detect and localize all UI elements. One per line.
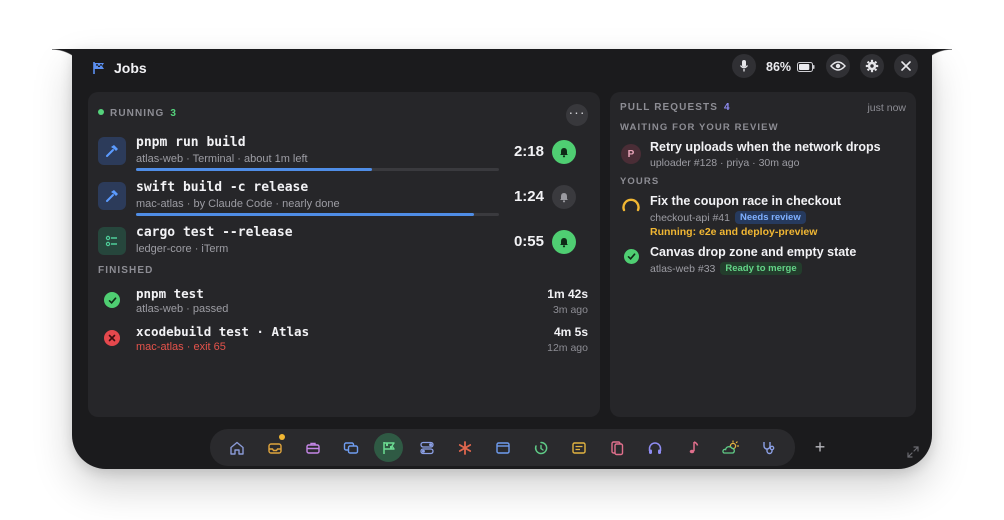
running-job[interactable]: pnpm run build atlas-web · Terminal · ab… bbox=[98, 134, 588, 174]
window-title: Jobs bbox=[92, 59, 147, 77]
hammer-icon bbox=[98, 182, 126, 210]
job-progress-bar bbox=[136, 213, 499, 216]
finished-section-label: FINISHED bbox=[98, 265, 154, 276]
microphone-icon bbox=[739, 60, 749, 72]
running-indicator bbox=[98, 109, 104, 115]
music-note-icon[interactable] bbox=[678, 433, 707, 462]
job-meta: mac-atlas · by Claude Code · nearly done bbox=[136, 198, 340, 210]
timer-icon[interactable] bbox=[526, 433, 555, 462]
finished-job[interactable]: xcodebuild test · Atlas mac-atlas · exit… bbox=[98, 324, 588, 358]
battery-status: 86% bbox=[766, 59, 815, 75]
finished-job[interactable]: pnpm test atlas-web · passed 1m 42s 3m a… bbox=[98, 286, 588, 320]
job-progress-bar bbox=[136, 168, 499, 171]
headphones-icon[interactable] bbox=[640, 433, 669, 462]
eye-icon bbox=[830, 61, 846, 71]
app-dock bbox=[210, 429, 795, 466]
job-finished-ago: 3m ago bbox=[552, 304, 588, 316]
job-duration: 4m 5s bbox=[553, 325, 588, 339]
home-icon[interactable] bbox=[222, 433, 251, 462]
close-icon bbox=[901, 61, 911, 71]
bell-icon bbox=[560, 148, 568, 158]
pr-meta: atlas-web #33 Ready to merge bbox=[650, 262, 802, 275]
pull-request-item[interactable]: Canvas drop zone and empty state atlas-w… bbox=[620, 245, 906, 279]
notification-badge bbox=[279, 434, 285, 440]
spinner-icon bbox=[622, 198, 640, 212]
close-button[interactable] bbox=[894, 54, 918, 78]
pr-checks-status: Running: e2e and deploy-preview bbox=[650, 226, 818, 238]
job-finished-ago: 12m ago bbox=[547, 342, 588, 354]
battery-icon bbox=[797, 62, 815, 72]
resize-icon[interactable] bbox=[906, 445, 920, 459]
job-command: pnpm test bbox=[136, 286, 204, 301]
pull-requests-count: 4 bbox=[724, 102, 731, 113]
success-icon bbox=[104, 292, 120, 308]
job-progress-fill bbox=[136, 168, 372, 171]
status-badge: Ready to merge bbox=[720, 262, 802, 275]
pr-title: Fix the coupon race in checkout bbox=[650, 194, 842, 208]
job-command: swift build -c release bbox=[136, 180, 309, 195]
windows-icon[interactable] bbox=[336, 433, 365, 462]
battery-percent: 86% bbox=[766, 60, 792, 74]
browser-window-icon[interactable] bbox=[488, 433, 517, 462]
toggles-icon[interactable] bbox=[412, 433, 441, 462]
bell-icon bbox=[560, 193, 568, 203]
job-elapsed-time: 0:55 bbox=[513, 233, 544, 250]
hammer-icon bbox=[98, 137, 126, 165]
checklist-icon bbox=[98, 227, 126, 255]
job-progress-fill bbox=[136, 213, 474, 216]
briefcase-icon[interactable] bbox=[298, 433, 327, 462]
running-job[interactable]: swift build -c release mac-atlas · by Cl… bbox=[98, 179, 588, 219]
inbox-icon[interactable] bbox=[260, 433, 289, 462]
page-title: Jobs bbox=[114, 60, 147, 76]
pull-requests-panel: PULL REQUESTS 4 just now WAITING FOR YOUR… bbox=[610, 92, 916, 417]
pr-title: Retry uploads when the network drops bbox=[650, 140, 881, 154]
notes-icon[interactable] bbox=[564, 433, 593, 462]
asterisk-icon[interactable] bbox=[450, 433, 479, 462]
avatar: P bbox=[621, 144, 641, 164]
pr-meta: checkout-api #41 Needs review bbox=[650, 211, 806, 224]
more-options-button[interactable]: ··· bbox=[566, 104, 588, 126]
job-meta: atlas-web · passed bbox=[136, 303, 229, 315]
bell-icon bbox=[560, 238, 568, 248]
flag-icon[interactable] bbox=[374, 433, 403, 462]
pr-title: Canvas drop zone and empty state bbox=[650, 245, 857, 259]
yours-label: YOURS bbox=[620, 176, 660, 187]
status-badge: Needs review bbox=[734, 211, 806, 224]
error-icon bbox=[104, 330, 120, 346]
running-count: 3 bbox=[170, 108, 178, 119]
visibility-button[interactable] bbox=[826, 54, 850, 78]
job-meta: mac-atlas · exit 65 bbox=[136, 341, 226, 353]
pr-meta: uploader #128 · priya · 30m ago bbox=[650, 157, 800, 169]
waiting-review-label: WAITING FOR YOUR REVIEW bbox=[620, 122, 779, 133]
cards-icon[interactable] bbox=[602, 433, 631, 462]
job-duration: 1m 42s bbox=[547, 287, 588, 301]
microphone-button[interactable] bbox=[732, 54, 756, 78]
job-command: xcodebuild test · Atlas bbox=[136, 324, 310, 339]
notify-toggle[interactable] bbox=[552, 140, 576, 164]
running-section-label: RUNNING 3 bbox=[98, 108, 177, 119]
pull-request-item[interactable]: P Retry uploads when the network drops u… bbox=[620, 140, 906, 174]
job-command: pnpm run build bbox=[136, 135, 246, 150]
running-job[interactable]: cargo test --release ledger-core · iTerm… bbox=[98, 224, 588, 264]
success-icon bbox=[624, 249, 639, 264]
notify-toggle[interactable] bbox=[552, 185, 576, 209]
job-meta: ledger-core · iTerm bbox=[136, 243, 229, 255]
pull-requests-label: PULL REQUESTS 4 bbox=[620, 102, 731, 113]
gear-icon bbox=[865, 59, 879, 73]
jobs-panel: RUNNING 3 ··· pnpm run build atlas-web · … bbox=[88, 92, 600, 417]
add-tab-button[interactable]: + bbox=[810, 437, 830, 457]
job-elapsed-time: 2:18 bbox=[513, 143, 544, 160]
notify-toggle[interactable] bbox=[552, 230, 576, 254]
job-elapsed-time: 1:24 bbox=[513, 188, 544, 205]
job-meta: atlas-web · Terminal · about 1m left bbox=[136, 153, 308, 165]
job-command: cargo test --release bbox=[136, 225, 293, 240]
flag-icon bbox=[93, 62, 104, 74]
stethoscope-icon[interactable] bbox=[754, 433, 783, 462]
pull-request-item[interactable]: Fix the coupon race in checkout checkout… bbox=[620, 194, 906, 242]
weather-icon[interactable] bbox=[716, 433, 745, 462]
jobs-window: Jobs 86% RUNNING 3 ··· pnpm run build at… bbox=[72, 49, 932, 469]
settings-button[interactable] bbox=[860, 54, 884, 78]
last-updated: just now bbox=[867, 102, 906, 114]
